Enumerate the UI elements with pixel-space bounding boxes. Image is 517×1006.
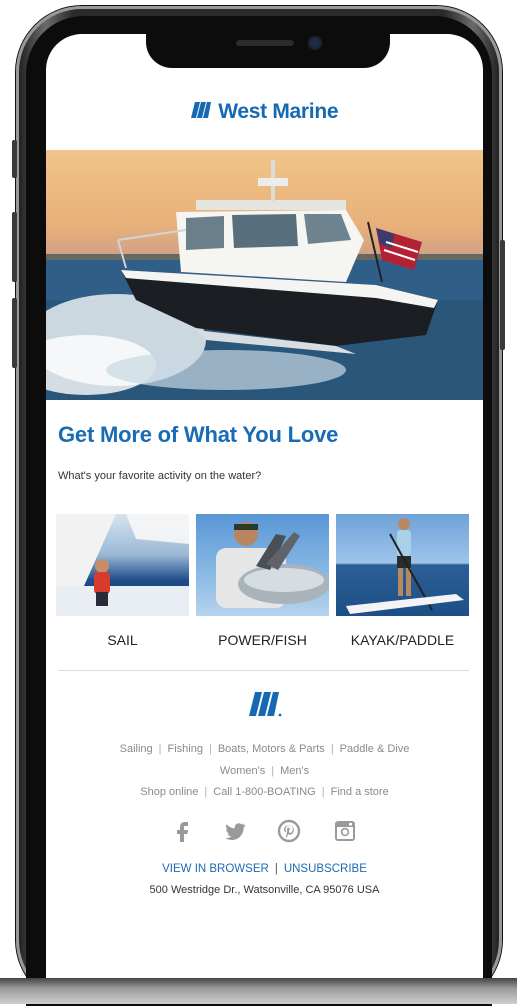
footer-link-find-store[interactable]: Find a store [331, 786, 389, 798]
mute-switch [12, 140, 17, 178]
headline: Get More of What You Love [58, 422, 339, 447]
footer-nav-row-2: Women's | Men's [219, 765, 310, 777]
volume-down-button [12, 298, 17, 368]
hero-boat-image[interactable] [46, 150, 483, 400]
power-button [500, 240, 505, 350]
view-in-browser-link[interactable]: VIEW IN BROWSER [162, 863, 269, 875]
sail-label[interactable]: SAIL [56, 632, 189, 648]
paddleboard-tile-image[interactable] [336, 514, 469, 616]
footer-nav-row-3: Shop online | Call 1-800-BOATING | Find a st… [140, 786, 389, 798]
brand-name: West Marine [218, 100, 339, 123]
phone-screen: West Marine Get More of What You Love Wh… [46, 34, 483, 978]
speaker [236, 40, 294, 46]
footer-link-boats-motors-parts[interactable]: Boats, Motors & Parts [218, 743, 325, 755]
west-marine-logo-icon [190, 101, 211, 123]
facebook-icon[interactable] [170, 818, 196, 844]
footer-link-paddle-dive[interactable]: Paddle & Dive [340, 743, 410, 755]
footer-nav-row-1: Sailing | Fishing | Boats, Motors & Parts | Pa… [119, 743, 410, 755]
footer-link-fishing[interactable]: Fishing [168, 743, 203, 755]
footer-link-call[interactable]: Call 1-800-BOATING [213, 786, 316, 798]
fishing-tile-image[interactable] [196, 514, 329, 616]
unsubscribe-link[interactable]: UNSUBSCRIBE [284, 863, 367, 875]
footer-link-mens[interactable]: Men's [280, 765, 309, 777]
subheading: What's your favorite activity on the wat… [58, 470, 262, 482]
phone-bottom-reflection [0, 978, 517, 1004]
front-camera [310, 38, 320, 48]
pinterest-icon[interactable] [276, 818, 302, 844]
footer-link-sailing[interactable]: Sailing [120, 743, 153, 755]
brand-logo[interactable]: West Marine [46, 100, 483, 124]
volume-up-button [12, 212, 17, 282]
sail-tile-image[interactable] [56, 514, 189, 616]
twitter-icon[interactable] [222, 818, 248, 844]
notch [146, 34, 390, 68]
footer-link-shop-online[interactable]: Shop online [140, 786, 198, 798]
west-marine-mark-icon [248, 692, 282, 723]
power-fish-label[interactable]: POWER/FISH [196, 632, 329, 648]
mailing-address: 500 Westridge Dr., Watsonville, CA 95076… [149, 884, 380, 896]
social-links [46, 818, 483, 846]
kayak-paddle-label[interactable]: KAYAK/PADDLE [336, 632, 469, 648]
divider [58, 670, 469, 671]
footer-link-womens[interactable]: Women's [220, 765, 265, 777]
instagram-icon[interactable] [332, 818, 358, 844]
utility-links: VIEW IN BROWSER | UNSUBSCRIBE [162, 863, 367, 875]
